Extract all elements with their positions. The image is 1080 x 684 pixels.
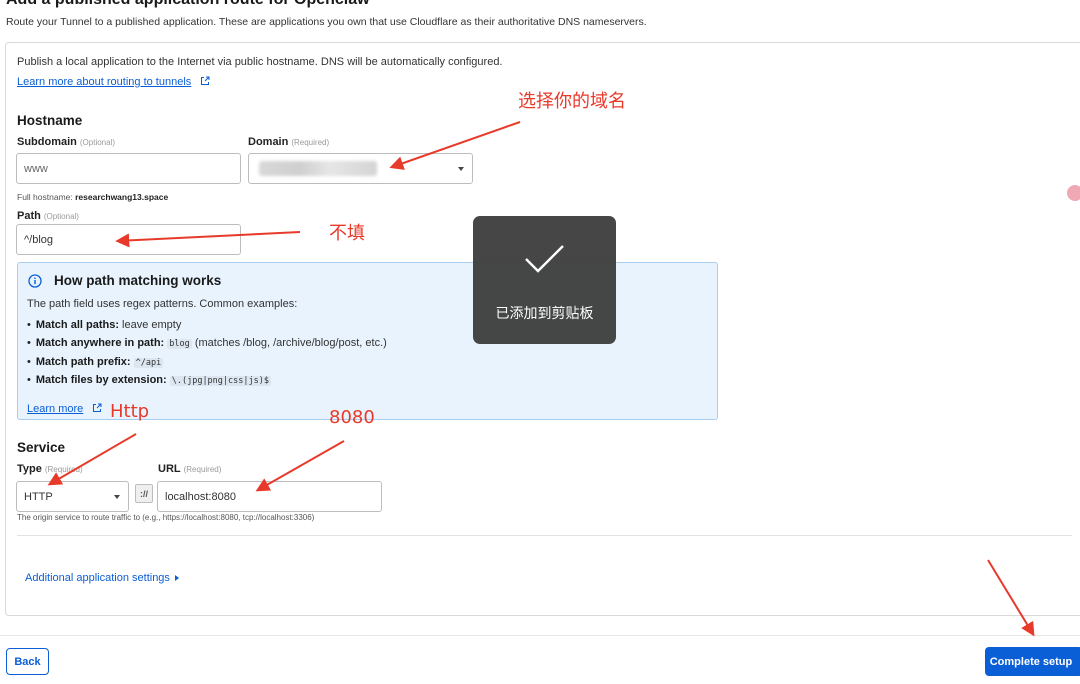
example-code: \.(jpg|png|css|js)$ — [169, 375, 271, 386]
learn-more-routing-link[interactable]: Learn more about routing to tunnels — [17, 72, 210, 90]
annotation-url: 8080 — [329, 407, 375, 428]
type-label-text: Type — [17, 463, 42, 475]
subdomain-input-value: www — [24, 162, 48, 175]
list-item: Match anywhere in path: blog (matches /b… — [27, 337, 387, 355]
section-divider — [17, 535, 1072, 536]
example-text: leave empty — [122, 319, 182, 331]
caret-right-icon — [174, 575, 179, 581]
example-label: Match all paths: — [35, 319, 119, 331]
path-examples-list: Match all paths: leave empty Match anywh… — [27, 319, 387, 392]
service-note: The origin service to route traffic to (… — [17, 513, 315, 522]
subdomain-label-text: Subdomain — [17, 136, 77, 148]
external-link-icon — [92, 403, 102, 412]
full-hostname-label: Full hostname: — [17, 192, 73, 202]
example-suffix: (matches /blog, /archive/blog/post, etc.… — [194, 337, 387, 350]
type-label: Type (Required) — [17, 463, 83, 475]
additional-settings-label[interactable]: Additional application settings — [25, 572, 170, 584]
footer-divider — [0, 635, 1080, 636]
domain-label: Domain (Required) — [248, 136, 329, 148]
example-code: ^/api — [133, 357, 164, 368]
domain-label-text: Domain — [248, 136, 289, 148]
full-hostname-note: Full hostname: researchwang13.space — [17, 192, 168, 202]
intro-text: Publish a local application to the Inter… — [17, 56, 503, 68]
path-input[interactable]: ^/blog — [16, 224, 241, 255]
subdomain-input[interactable]: www — [16, 153, 241, 184]
additional-settings-toggle[interactable]: Additional application settings — [25, 572, 179, 584]
list-item: Match path prefix: ^/api — [27, 356, 387, 374]
service-section-title: Service — [17, 440, 66, 455]
path-label-text: Path — [17, 210, 41, 222]
chevron-down-icon — [458, 167, 464, 171]
page-subtitle: Route your Tunnel to a published applica… — [6, 16, 647, 28]
domain-required-hint: (Required) — [291, 138, 330, 147]
page-title: Add a published application route for Op… — [6, 0, 370, 9]
chevron-down-icon — [114, 495, 120, 499]
blurred-domain-value — [259, 161, 377, 176]
path-input-value: ^/blog — [24, 233, 54, 246]
protocol-separator: :// — [135, 484, 153, 503]
back-button[interactable]: Back — [6, 648, 49, 675]
service-type-value: HTTP — [24, 490, 53, 503]
full-hostname-value: researchwang13.space — [75, 192, 169, 202]
external-link-icon — [200, 76, 210, 85]
checkmark-icon — [525, 245, 564, 273]
annotation-path: 不填 — [329, 223, 365, 244]
info-icon — [28, 274, 42, 288]
complete-setup-button[interactable]: Complete setup — [985, 647, 1080, 676]
domain-select[interactable] — [248, 153, 473, 184]
path-optional-hint: (Optional) — [43, 212, 79, 221]
toast-message: 已添加到剪贴板 — [495, 306, 594, 322]
info-learn-more-link[interactable]: Learn more — [27, 399, 102, 417]
example-label: Match anywhere in path: — [35, 337, 165, 350]
annotation-type: Http — [110, 401, 150, 422]
subdomain-optional-hint: (Optional) — [79, 138, 116, 147]
example-label: Match path prefix: — [35, 355, 131, 368]
side-badge-icon — [1067, 185, 1080, 201]
url-required-hint: (Required) — [183, 465, 222, 474]
clipboard-toast: 已添加到剪贴板 — [473, 216, 616, 344]
annotation-domain: 选择你的域名 — [518, 91, 626, 112]
info-box-title: How path matching works — [54, 273, 222, 288]
list-item: Match files by extension: \.(jpg|png|css… — [27, 374, 387, 392]
service-url-input[interactable]: localhost:8080 — [157, 481, 382, 512]
path-label: Path (Optional) — [17, 210, 79, 222]
url-label: URL (Required) — [158, 463, 221, 475]
service-url-value: localhost:8080 — [165, 490, 236, 503]
info-learn-more-label[interactable]: Learn more — [27, 403, 83, 415]
example-label: Match files by extension: — [35, 373, 167, 386]
service-type-select[interactable]: HTTP — [16, 481, 129, 512]
info-box-description: The path field uses regex patterns. Comm… — [27, 298, 298, 310]
learn-more-routing-label[interactable]: Learn more about routing to tunnels — [17, 76, 191, 88]
subdomain-label: Subdomain (Optional) — [17, 136, 115, 148]
url-label-text: URL — [158, 463, 181, 475]
list-item: Match all paths: leave empty — [27, 319, 387, 337]
type-required-hint: (Required) — [44, 465, 83, 474]
example-code: blog — [167, 339, 192, 350]
hostname-section-title: Hostname — [17, 113, 83, 128]
